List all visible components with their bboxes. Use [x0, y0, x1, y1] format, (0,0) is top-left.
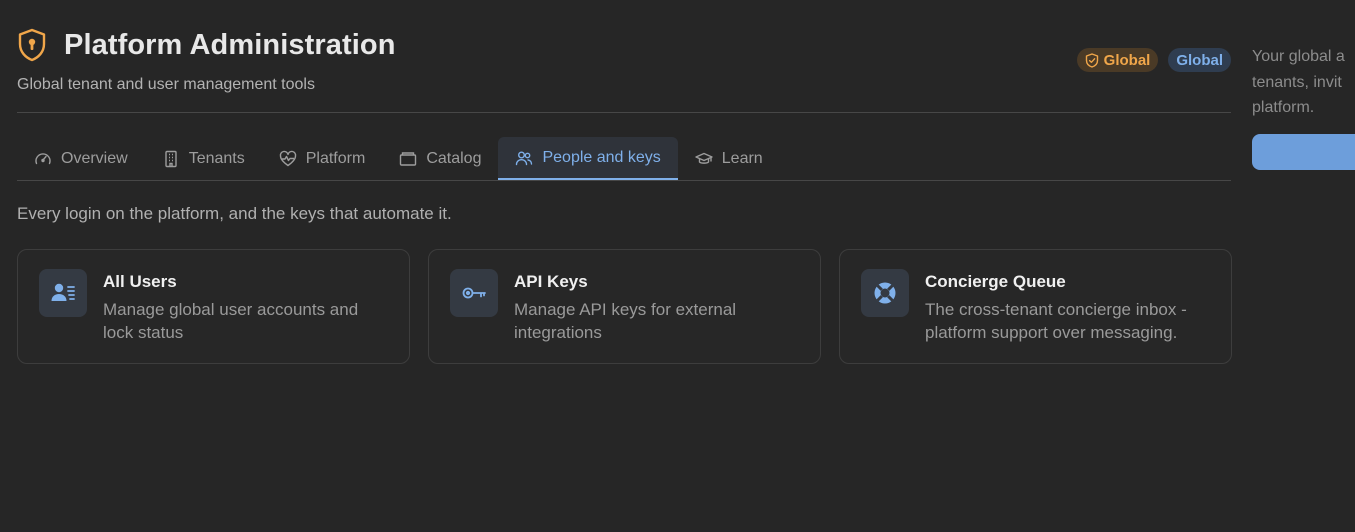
- life-buoy-icon: [874, 282, 896, 304]
- card-title: API Keys: [514, 272, 588, 291]
- title-row: Platform Administration: [17, 28, 396, 62]
- page-title: Platform Administration: [64, 28, 396, 61]
- tab-label: People and keys: [542, 148, 661, 166]
- shield-lock-icon: [18, 28, 46, 62]
- side-panel-text: Your global a tenants, invit platform.: [1252, 48, 1345, 116]
- scope-badges: Global Global: [1076, 48, 1231, 72]
- tab-bar: Overview Tenants Platform Catalog People…: [17, 137, 1231, 181]
- tab-learn[interactable]: Learn: [678, 137, 780, 180]
- tab-label: Platform: [305, 149, 366, 167]
- tab-overview[interactable]: Overview: [17, 137, 145, 180]
- tab-label: Overview: [61, 149, 128, 167]
- tab-catalog[interactable]: Catalog: [382, 137, 498, 180]
- building-icon: [164, 150, 177, 167]
- tab-people-and-keys[interactable]: People and keys: [498, 137, 678, 180]
- key-icon: [462, 287, 486, 299]
- card-description: The cross-tenant concierge inbox - platf…: [925, 300, 1187, 342]
- users-icon: [516, 151, 533, 165]
- card-title: Concierge Queue: [925, 272, 1066, 291]
- tab-label: Catalog: [426, 149, 482, 167]
- user-card-icon: [51, 283, 75, 301]
- card-description: Manage global user accounts and lock sta…: [103, 300, 359, 342]
- scope-badge-global-amber: Global: [1076, 48, 1159, 72]
- card-icon-box: [450, 269, 498, 317]
- tab-label: Learn: [721, 149, 763, 167]
- card-icon-box: [861, 269, 909, 317]
- tab-label: Tenants: [188, 149, 245, 167]
- page-subtitle: Global tenant and user management tools: [17, 76, 315, 93]
- section-lede: Every login on the platform, and the key…: [17, 204, 452, 223]
- side-panel-button[interactable]: [1252, 133, 1355, 170]
- badge-label: Global: [1103, 51, 1151, 69]
- archive-icon: [400, 151, 417, 166]
- badge-label: Global: [1176, 51, 1223, 69]
- card-concierge-queue[interactable]: Concierge Queue The cross-tenant concier…: [839, 249, 1232, 364]
- page-header: Platform Administration Global tenant an…: [17, 0, 1231, 113]
- heart-pulse-icon: [279, 150, 296, 166]
- tab-platform[interactable]: Platform: [262, 137, 383, 180]
- card-description: Manage API keys for external integration…: [514, 300, 737, 342]
- card-all-users[interactable]: All Users Manage global user accounts an…: [17, 249, 410, 364]
- graduation-cap-icon: [695, 152, 713, 164]
- card-api-keys[interactable]: API Keys Manage API keys for external in…: [428, 249, 821, 364]
- scope-badge-global-blue: Global: [1168, 48, 1231, 72]
- side-panel: Your global a tenants, invit platform.: [1252, 44, 1355, 170]
- tab-tenants[interactable]: Tenants: [145, 137, 262, 180]
- gauge-icon: [35, 152, 51, 164]
- card-grid: All Users Manage global user accounts an…: [17, 249, 1232, 364]
- main-content: Platform Administration Global tenant an…: [17, 0, 1232, 364]
- shield-check-icon: [1085, 52, 1098, 68]
- card-title: All Users: [103, 272, 177, 291]
- card-icon-box: [39, 269, 87, 317]
